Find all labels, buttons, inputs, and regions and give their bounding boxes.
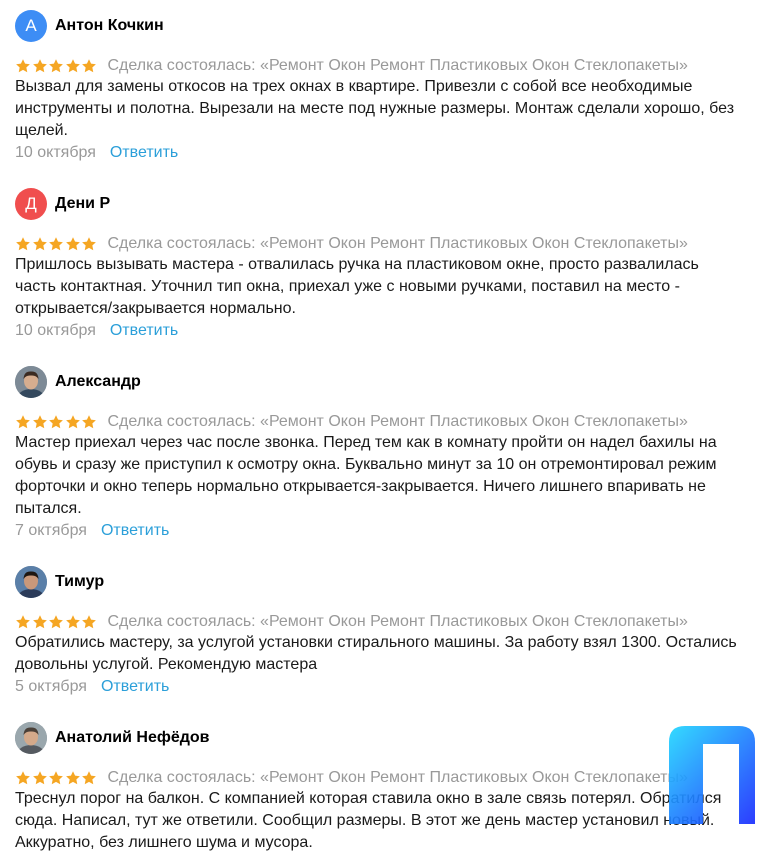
star-icon (32, 415, 47, 429)
reply-link[interactable]: Ответить (110, 322, 178, 339)
reviewer-name: Тимур (55, 573, 105, 590)
star-rating (15, 414, 98, 430)
review-meta: Сделка состоялась: «Ремонт Окон Ремонт П… (15, 412, 688, 432)
review-meta: Сделка состоялась: «Ремонт Окон Ремонт П… (15, 612, 688, 632)
deal-status: Сделка состоялась: «Ремонт Окон Ремонт П… (107, 769, 688, 786)
review-header: Александр (15, 366, 141, 398)
star-icon (65, 237, 80, 251)
review-header: Тимур (15, 566, 104, 598)
review-date: 10 октября (15, 322, 96, 339)
deal-status: Сделка состоялась: «Ремонт Окон Ремонт П… (107, 613, 688, 630)
star-icon (16, 59, 30, 73)
review-text: Вызвал для замены откосов на трех окнах … (15, 78, 735, 139)
star-icon (65, 415, 80, 429)
reviewer-name: Дени Р (55, 195, 111, 212)
avatar-initial: Д (25, 194, 37, 213)
review-header: А Антон Кочкин (15, 10, 164, 42)
star-rating (15, 236, 98, 252)
star-icon (32, 237, 47, 251)
review-date: 10 октября (15, 144, 96, 161)
review-text: Обратились мастеру, за услугой установки… (15, 634, 737, 673)
review-meta: Сделка состоялась: «Ремонт Окон Ремонт П… (15, 56, 688, 76)
star-icon (65, 59, 80, 73)
review-header: Анатолий Нефёдов (15, 722, 210, 754)
avatar-initial: А (25, 16, 37, 35)
review-footer: 10 октября Ответить (15, 320, 178, 342)
review-text: Пришлось вызывать мастера - отвалилась р… (15, 256, 699, 317)
star-icon (82, 615, 96, 629)
review-meta: Сделка состоялась: «Ремонт Окон Ремонт П… (15, 234, 688, 254)
review-footer: 5 октября Ответить (15, 676, 169, 698)
avatar (15, 722, 47, 754)
star-icon (49, 615, 63, 629)
star-rating (15, 614, 98, 630)
star-icon (65, 615, 80, 629)
review-header: Д Дени Р (15, 188, 110, 220)
reviewer-name: Александр (55, 373, 141, 390)
star-rating (15, 770, 98, 786)
avatar: Д (15, 188, 47, 220)
avatar (15, 566, 47, 598)
star-icon (82, 415, 96, 429)
review-date: 7 октября (15, 522, 87, 539)
star-rating (15, 58, 98, 74)
star-icon (32, 59, 47, 73)
deal-status: Сделка состоялась: «Ремонт Окон Ремонт П… (107, 413, 688, 430)
star-icon (49, 59, 63, 73)
review-date: 5 октября (15, 678, 87, 695)
star-icon (16, 415, 30, 429)
star-icon (16, 237, 30, 251)
star-icon (82, 237, 96, 251)
reply-link[interactable]: Ответить (110, 144, 178, 161)
review-text: Мастер приехал через час после звонка. П… (15, 434, 717, 517)
reviewer-name: Антон Кочкин (55, 17, 164, 34)
star-icon (49, 415, 63, 429)
star-icon (65, 771, 80, 785)
star-icon (82, 59, 96, 73)
review-footer: 10 октября Ответить (15, 142, 178, 164)
avatar (15, 366, 47, 398)
review-meta: Сделка состоялась: «Ремонт Окон Ремонт П… (15, 768, 688, 788)
star-icon (32, 771, 47, 785)
deal-status: Сделка состоялась: «Ремонт Окон Ремонт П… (107, 57, 688, 74)
review-text: Треснул порог на балкон. С компанией кот… (15, 790, 722, 851)
deal-status: Сделка состоялась: «Ремонт Окон Ремонт П… (107, 235, 688, 252)
reply-link[interactable]: Ответить (101, 522, 169, 539)
star-icon (49, 771, 63, 785)
avatar: А (15, 10, 47, 42)
reply-link[interactable]: Ответить (101, 678, 169, 695)
app-logo-icon (667, 722, 757, 833)
star-icon (16, 771, 30, 785)
star-icon (82, 771, 96, 785)
star-icon (32, 615, 47, 629)
reviewer-name: Анатолий Нефёдов (55, 729, 210, 746)
review-footer: 7 октября Ответить (15, 520, 169, 542)
star-icon (16, 615, 30, 629)
star-icon (49, 237, 63, 251)
